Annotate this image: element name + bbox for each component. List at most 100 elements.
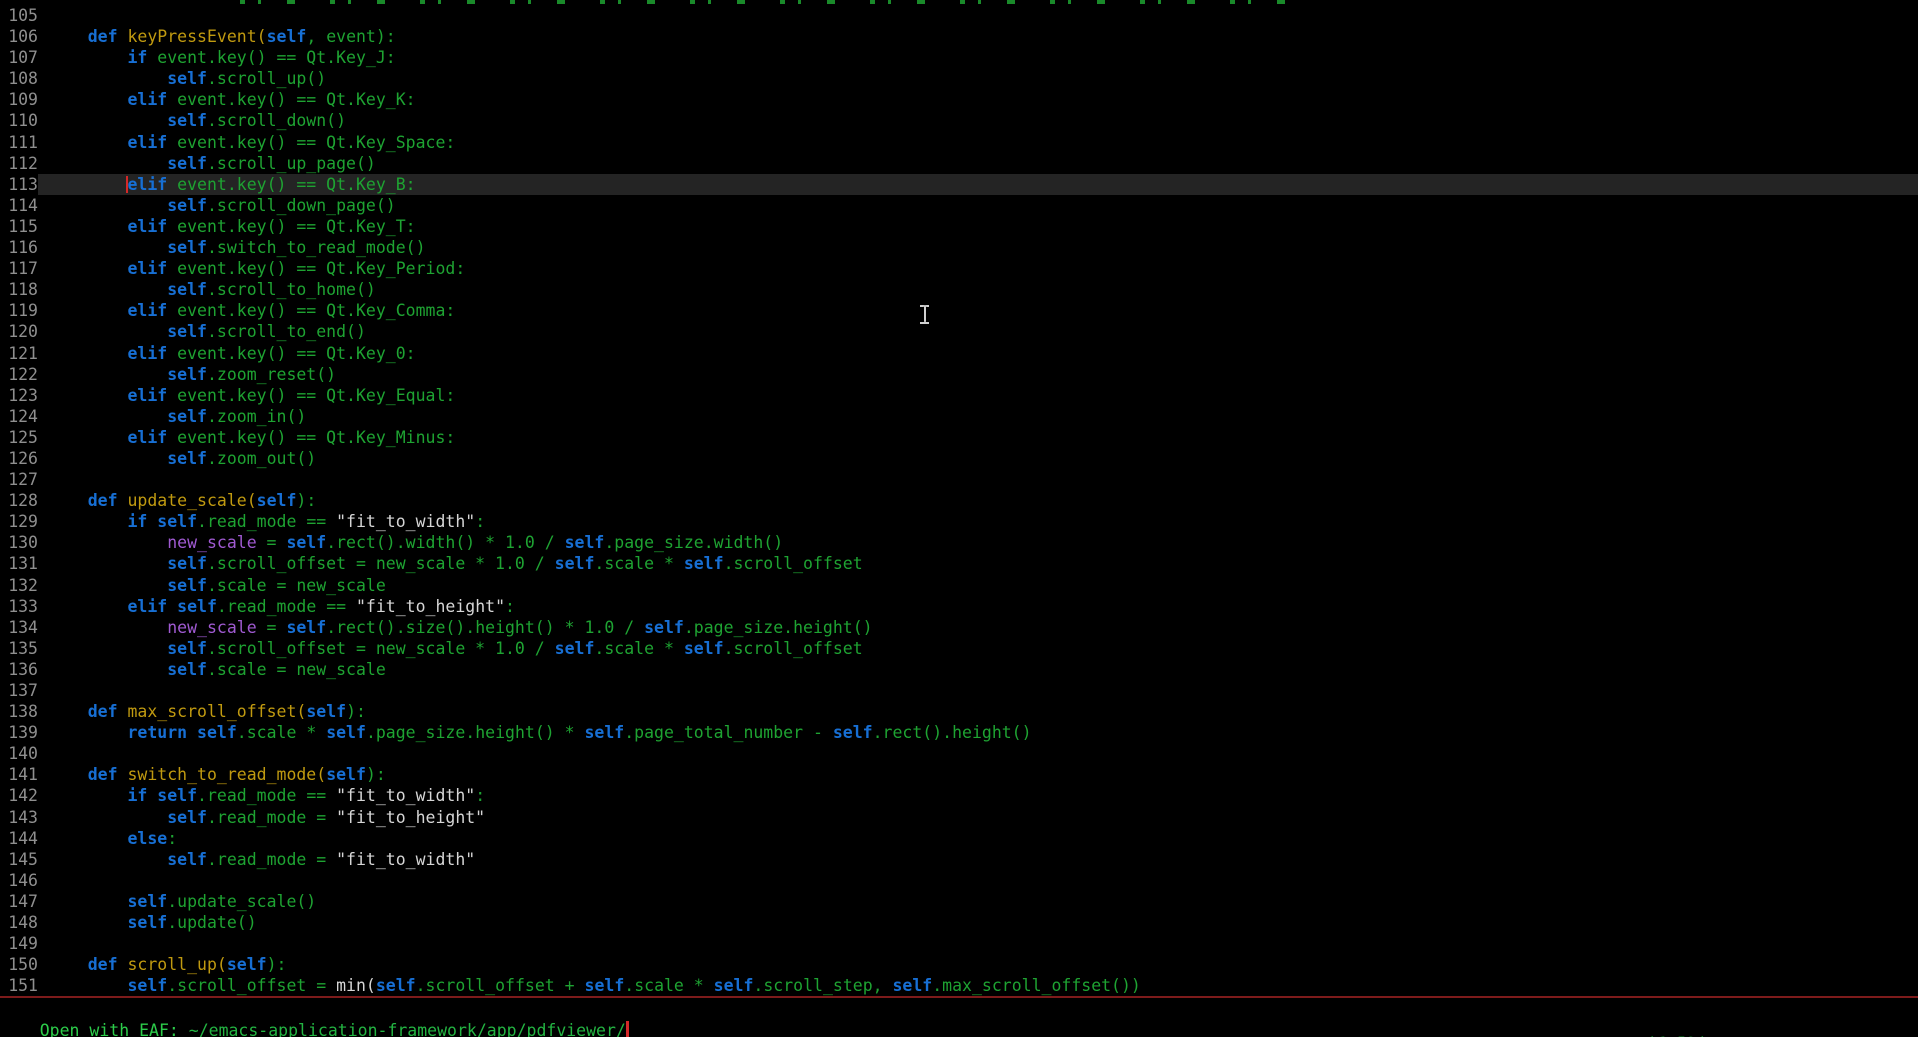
code-line[interactable]: 131 self.scroll_offset = new_scale * 1.0…	[0, 553, 1918, 574]
code-line[interactable]: 134 new_scale = self.rect().size().heigh…	[0, 617, 1918, 638]
code-text: elif event.key() == Qt.Key_B:	[38, 174, 416, 195]
line-number: 107	[0, 47, 38, 68]
line-number: 120	[0, 321, 38, 342]
code-line[interactable]: 132 self.scale = new_scale	[0, 575, 1918, 596]
code-text: elif event.key() == Qt.Key_Period:	[38, 258, 465, 279]
line-number: 109	[0, 89, 38, 110]
line-number: 106	[0, 26, 38, 47]
code-text: new_scale = self.rect().width() * 1.0 / …	[38, 532, 783, 553]
code-line[interactable]: 133 elif self.read_mode == "fit_to_heigh…	[0, 596, 1918, 617]
code-text: self.read_mode = "fit_to_width"	[38, 849, 475, 870]
code-line[interactable]: 118 self.scroll_to_home()	[0, 279, 1918, 300]
code-text: self.scroll_up()	[38, 68, 326, 89]
line-number: 147	[0, 891, 38, 912]
code-text: self.scroll_offset = new_scale * 1.0 / s…	[38, 638, 863, 659]
code-line[interactable]: 111 elif event.key() == Qt.Key_Space:	[0, 132, 1918, 153]
minibuffer-input[interactable]: ~/emacs-application-framework/app/pdfvie…	[189, 1021, 626, 1037]
code-line[interactable]: 140	[0, 743, 1918, 764]
code-line[interactable]: 107 if event.key() == Qt.Key_J:	[0, 47, 1918, 68]
code-text: elif event.key() == Qt.Key_Minus:	[38, 427, 455, 448]
code-text: return self.scale * self.page_size.heigh…	[38, 722, 1032, 743]
line-number: 140	[0, 743, 38, 764]
code-line[interactable]: 143 self.read_mode = "fit_to_height"	[0, 807, 1918, 828]
code-line[interactable]: 115 elif event.key() == Qt.Key_T:	[0, 216, 1918, 237]
code-line[interactable]: 148 self.update()	[0, 912, 1918, 933]
code-line[interactable]: 138 def max_scroll_offset(self):	[0, 701, 1918, 722]
code-text: self.scroll_offset = min(self.scroll_off…	[38, 975, 1141, 996]
code-text: self.scroll_offset = new_scale * 1.0 / s…	[38, 553, 863, 574]
code-line-current[interactable]: 113 elif event.key() == Qt.Key_B:	[0, 174, 1918, 195]
line-number: 127	[0, 469, 38, 490]
code-line[interactable]: 108 self.scroll_up()	[0, 68, 1918, 89]
code-line[interactable]: 105	[0, 5, 1918, 26]
code-line[interactable]: 139 return self.scale * self.page_size.h…	[0, 722, 1918, 743]
code-line[interactable]: 109 elif event.key() == Qt.Key_K:	[0, 89, 1918, 110]
code-line[interactable]: 127	[0, 469, 1918, 490]
line-number: 136	[0, 659, 38, 680]
line-number: 115	[0, 216, 38, 237]
code-text	[38, 933, 48, 954]
code-line[interactable]: 122 self.zoom_reset()	[0, 364, 1918, 385]
code-line[interactable]: 149	[0, 933, 1918, 954]
line-number: 138	[0, 701, 38, 722]
clipped-top-line	[240, 0, 1295, 4]
code-line[interactable]: 150 def scroll_up(self):	[0, 954, 1918, 975]
code-line[interactable]: 124 self.zoom_in()	[0, 406, 1918, 427]
line-number: 131	[0, 553, 38, 574]
minibuffer-cursor	[626, 1021, 629, 1037]
line-number: 135	[0, 638, 38, 659]
code-line[interactable]: 151 self.scroll_offset = min(self.scroll…	[0, 975, 1918, 996]
code-line[interactable]: 125 elif event.key() == Qt.Key_Minus:	[0, 427, 1918, 448]
ibeam-bottom-serif	[920, 322, 929, 324]
emacs-frame: 105106 def keyPressEvent(self, event):10…	[0, 0, 1918, 1037]
code-line[interactable]: 121 elif event.key() == Qt.Key_0:	[0, 343, 1918, 364]
code-text: self.scroll_to_home()	[38, 279, 376, 300]
line-number: 121	[0, 343, 38, 364]
window-separator[interactable]	[0, 996, 1918, 998]
code-text: self.zoom_reset()	[38, 364, 336, 385]
mouse-ibeam-cursor	[919, 305, 930, 324]
line-number: 149	[0, 933, 38, 954]
code-line[interactable]: 126 self.zoom_out()	[0, 448, 1918, 469]
code-line[interactable]: 117 elif event.key() == Qt.Key_Period:	[0, 258, 1918, 279]
code-line[interactable]: 120 self.scroll_to_end()	[0, 321, 1918, 342]
code-line[interactable]: 110 self.scroll_down()	[0, 110, 1918, 131]
code-line[interactable]: 137	[0, 680, 1918, 701]
line-number: 148	[0, 912, 38, 933]
code-line[interactable]: 112 self.scroll_up_page()	[0, 153, 1918, 174]
code-line[interactable]: 135 self.scroll_offset = new_scale * 1.0…	[0, 638, 1918, 659]
code-text: if self.read_mode == "fit_to_width":	[38, 511, 485, 532]
line-number: 129	[0, 511, 38, 532]
code-line[interactable]: 142 if self.read_mode == "fit_to_width":	[0, 785, 1918, 806]
code-text: if event.key() == Qt.Key_J:	[38, 47, 396, 68]
code-line[interactable]: 123 elif event.key() == Qt.Key_Equal:	[0, 385, 1918, 406]
code-line[interactable]: 129 if self.read_mode == "fit_to_width":	[0, 511, 1918, 532]
code-text: else:	[38, 828, 177, 849]
code-line[interactable]: 145 self.read_mode = "fit_to_width"	[0, 849, 1918, 870]
code-text: def keyPressEvent(self, event):	[38, 26, 396, 47]
code-line[interactable]: 146	[0, 870, 1918, 891]
code-line[interactable]: 144 else:	[0, 828, 1918, 849]
code-line[interactable]: 119 elif event.key() == Qt.Key_Comma:	[0, 300, 1918, 321]
code-text: self.zoom_out()	[38, 448, 316, 469]
code-line[interactable]: 116 self.switch_to_read_mode()	[0, 237, 1918, 258]
code-text: elif event.key() == Qt.Key_T:	[38, 216, 416, 237]
minibuffer[interactable]: Open with EAF: ~/emacs-application-frame…	[0, 999, 629, 1021]
line-number: 117	[0, 258, 38, 279]
line-number: 125	[0, 427, 38, 448]
code-line[interactable]: 114 self.scroll_down_page()	[0, 195, 1918, 216]
line-number: 108	[0, 68, 38, 89]
code-line[interactable]: 130 new_scale = self.rect().width() * 1.…	[0, 532, 1918, 553]
line-number: 145	[0, 849, 38, 870]
line-number: 128	[0, 490, 38, 511]
code-line[interactable]: 136 self.scale = new_scale	[0, 659, 1918, 680]
code-line[interactable]: 128 def update_scale(self):	[0, 490, 1918, 511]
code-line[interactable]: 141 def switch_to_read_mode(self):	[0, 764, 1918, 785]
line-number: 139	[0, 722, 38, 743]
ibeam-stem	[924, 306, 926, 323]
code-line[interactable]: 147 self.update_scale()	[0, 891, 1918, 912]
line-number: 114	[0, 195, 38, 216]
code-line[interactable]: 106 def keyPressEvent(self, event):	[0, 26, 1918, 47]
code-text: self.read_mode = "fit_to_height"	[38, 807, 485, 828]
line-number: 151	[0, 975, 38, 996]
